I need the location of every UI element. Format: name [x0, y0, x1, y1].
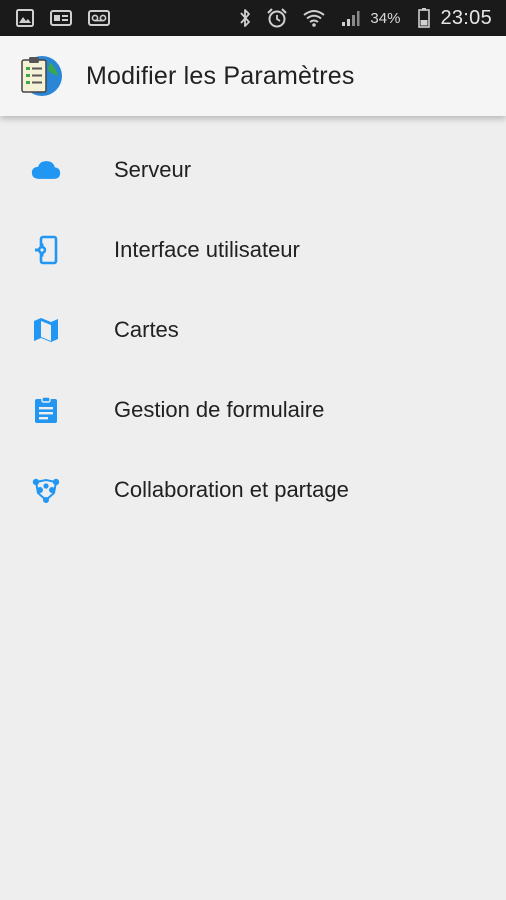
settings-item-label: Interface utilisateur	[114, 237, 300, 262]
voicemail-icon	[88, 10, 110, 26]
app-bar: Modifier les Paramètres	[0, 36, 506, 116]
settings-item-gestion-formulaire[interactable]: Gestion de formulaire	[0, 370, 506, 450]
settings-item-label: Gestion de formulaire	[114, 397, 325, 422]
settings-item-label: Collaboration et partage	[114, 477, 349, 502]
battery-percentage: 34%	[370, 9, 401, 27]
network-icon	[31, 475, 61, 505]
signal-icon	[340, 9, 360, 27]
settings-item-cartes[interactable]: Cartes	[0, 290, 506, 370]
settings-item-label: Serveur	[114, 157, 192, 182]
status-bar: 34% 23:05	[0, 0, 506, 36]
settings-cell-icon	[31, 235, 61, 265]
wifi-icon	[302, 8, 326, 28]
battery-icon	[418, 8, 431, 28]
cloud-icon	[31, 155, 61, 185]
assignment-icon	[31, 395, 61, 425]
settings-item-collaboration-partage[interactable]: Collaboration et partage	[0, 450, 506, 530]
settings-item-interface-utilisateur[interactable]: Interface utilisateur	[0, 210, 506, 290]
status-clock: 23:05	[440, 6, 492, 29]
sim-card-icon	[50, 10, 72, 26]
settings-list: Serveur Interface utilisateur Cartes Ges…	[0, 130, 506, 530]
alarm-icon	[266, 7, 288, 29]
settings-item-serveur[interactable]: Serveur	[0, 130, 506, 210]
status-left	[16, 9, 126, 27]
app-logo-icon	[16, 52, 64, 100]
page-title: Modifier les Paramètres	[86, 61, 355, 90]
map-icon	[31, 315, 61, 345]
status-right: 34% 23:05	[224, 7, 492, 30]
gallery-icon	[16, 9, 34, 27]
settings-item-label: Cartes	[114, 317, 179, 342]
bluetooth-icon	[238, 8, 252, 28]
